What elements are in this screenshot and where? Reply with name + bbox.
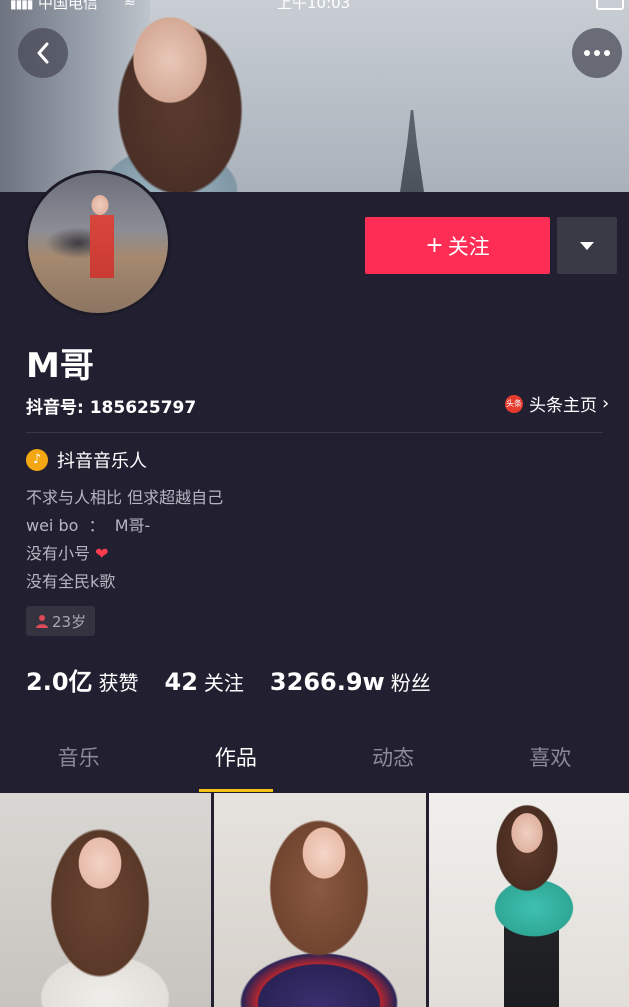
music-note-icon: ♪ bbox=[26, 449, 48, 471]
chevron-right-icon: › bbox=[602, 393, 610, 414]
back-button[interactable] bbox=[18, 28, 68, 78]
bio-line: 没有小号 ❤ bbox=[26, 540, 223, 568]
stats-row: 2.0亿 获赞 42 关注 3266.9w 粉丝 bbox=[26, 662, 457, 697]
follow-button[interactable]: + 关注 bbox=[365, 217, 550, 274]
bio-line: 没有全民k歌 bbox=[26, 572, 116, 591]
cover-figure bbox=[60, 0, 290, 192]
following-label: 关注 bbox=[203, 671, 244, 695]
bio-line: 不求与人相比 但求超越自己 bbox=[26, 488, 224, 507]
bio-line: wei bo ： M哥- bbox=[26, 516, 151, 535]
badge-label: 抖音音乐人 bbox=[57, 451, 147, 472]
video-grid bbox=[0, 793, 629, 1007]
following-count: 42 bbox=[164, 668, 198, 696]
video-thumbnail[interactable] bbox=[214, 793, 426, 1007]
battery-icon bbox=[596, 0, 624, 10]
likes-label: 获赞 bbox=[98, 671, 139, 695]
plus-icon: + bbox=[425, 233, 444, 258]
nickname: M哥 bbox=[26, 346, 94, 386]
followers-count: 3266.9w bbox=[269, 668, 385, 696]
video-thumbnail[interactable] bbox=[0, 793, 211, 1007]
tab-dynamics[interactable]: 动态 bbox=[315, 722, 472, 792]
chevron-left-icon bbox=[37, 42, 49, 64]
stat-followers[interactable]: 3266.9w 粉丝 bbox=[270, 667, 431, 696]
wifi-icon: ≋ bbox=[124, 0, 136, 10]
caret-down-icon bbox=[580, 241, 594, 250]
bio-line-text: 没有小号 bbox=[26, 544, 96, 563]
cover-image: ▮▮▮▮ 中国电信 ≋ 上午10:03 bbox=[0, 0, 629, 192]
cover-tower bbox=[400, 110, 424, 192]
age-tag: 23岁 bbox=[26, 606, 96, 636]
stat-following[interactable]: 42 关注 bbox=[165, 667, 244, 696]
tab-music[interactable]: 音乐 bbox=[0, 722, 157, 792]
more-button[interactable] bbox=[572, 28, 622, 78]
profile-tabs: 音乐 作品 动态 喜欢 bbox=[0, 722, 629, 792]
likes-count: 2.0亿 bbox=[26, 668, 93, 696]
toutiao-icon: 头条 bbox=[505, 394, 523, 413]
profile-screen: ▮▮▮▮ 中国电信 ≋ 上午10:03 + 关注 M哥 抖音号: 1856257… bbox=[0, 0, 629, 1007]
more-dots-icon bbox=[584, 50, 610, 56]
heart-icon: ❤ bbox=[95, 544, 109, 563]
carrier-label: 中国电信 bbox=[38, 0, 99, 12]
divider bbox=[26, 432, 603, 433]
avatar[interactable] bbox=[25, 170, 171, 316]
signal-icon: ▮▮▮▮ bbox=[10, 0, 33, 11]
stat-likes[interactable]: 2.0亿 获赞 bbox=[26, 662, 139, 697]
status-bar: ▮▮▮▮ 中国电信 ≋ 上午10:03 bbox=[0, 0, 629, 14]
age-label: 23岁 bbox=[52, 612, 87, 631]
person-icon bbox=[36, 615, 48, 628]
douyin-id: 抖音号: 185625797 bbox=[26, 398, 197, 418]
tab-likes[interactable]: 喜欢 bbox=[472, 722, 629, 792]
toutiao-homepage-link[interactable]: 头条 头条主页 › bbox=[505, 391, 609, 416]
follow-label: 关注 bbox=[447, 234, 490, 259]
video-thumbnail[interactable] bbox=[429, 793, 629, 1007]
toutiao-link-label: 头条主页 bbox=[529, 396, 597, 416]
verified-badge: ♪ 抖音音乐人 bbox=[26, 447, 147, 473]
status-time: 上午10:03 bbox=[277, 0, 351, 12]
tab-works[interactable]: 作品 bbox=[157, 722, 314, 792]
bio: 不求与人相比 但求超越自己 wei bo ： M哥- 没有小号 ❤ 没有全民k歌 bbox=[26, 484, 223, 596]
recommend-dropdown-button[interactable] bbox=[557, 217, 617, 274]
followers-label: 粉丝 bbox=[390, 671, 431, 695]
